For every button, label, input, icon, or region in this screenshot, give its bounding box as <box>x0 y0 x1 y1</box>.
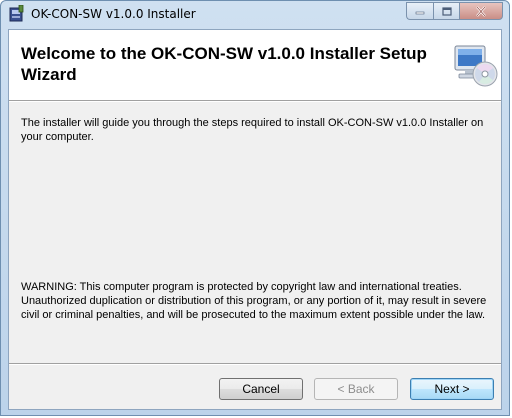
minimize-button[interactable] <box>406 2 433 20</box>
page-title: Welcome to the OK-CON-SW v1.0.0 Installe… <box>21 44 427 84</box>
button-separator <box>9 363 501 365</box>
window-title: OK-CON-SW v1.0.0 Installer <box>31 7 196 21</box>
cancel-button[interactable]: Cancel <box>219 378 303 400</box>
installer-window: OK-CON-SW v1.0.0 Installer Welcome to th… <box>0 0 510 416</box>
close-icon <box>476 5 486 17</box>
back-button[interactable]: < Back <box>314 378 398 400</box>
close-button[interactable] <box>459 2 503 20</box>
wizard-client-area: Welcome to the OK-CON-SW v1.0.0 Installe… <box>8 29 502 410</box>
wizard-header: Welcome to the OK-CON-SW v1.0.0 Installe… <box>9 30 501 101</box>
maximize-button[interactable] <box>433 2 459 20</box>
installer-icon <box>9 4 25 23</box>
minimize-icon <box>415 11 425 15</box>
copyright-warning: WARNING: This computer program is protec… <box>21 281 487 321</box>
title-bar[interactable]: OK-CON-SW v1.0.0 Installer <box>1 1 509 29</box>
header-divider <box>9 101 501 102</box>
maximize-icon <box>441 6 452 16</box>
caption-buttons <box>406 2 503 21</box>
intro-text: The installer will guide you through the… <box>21 117 484 143</box>
computer-cd-icon <box>451 42 499 90</box>
next-button[interactable]: Next > <box>410 378 494 400</box>
